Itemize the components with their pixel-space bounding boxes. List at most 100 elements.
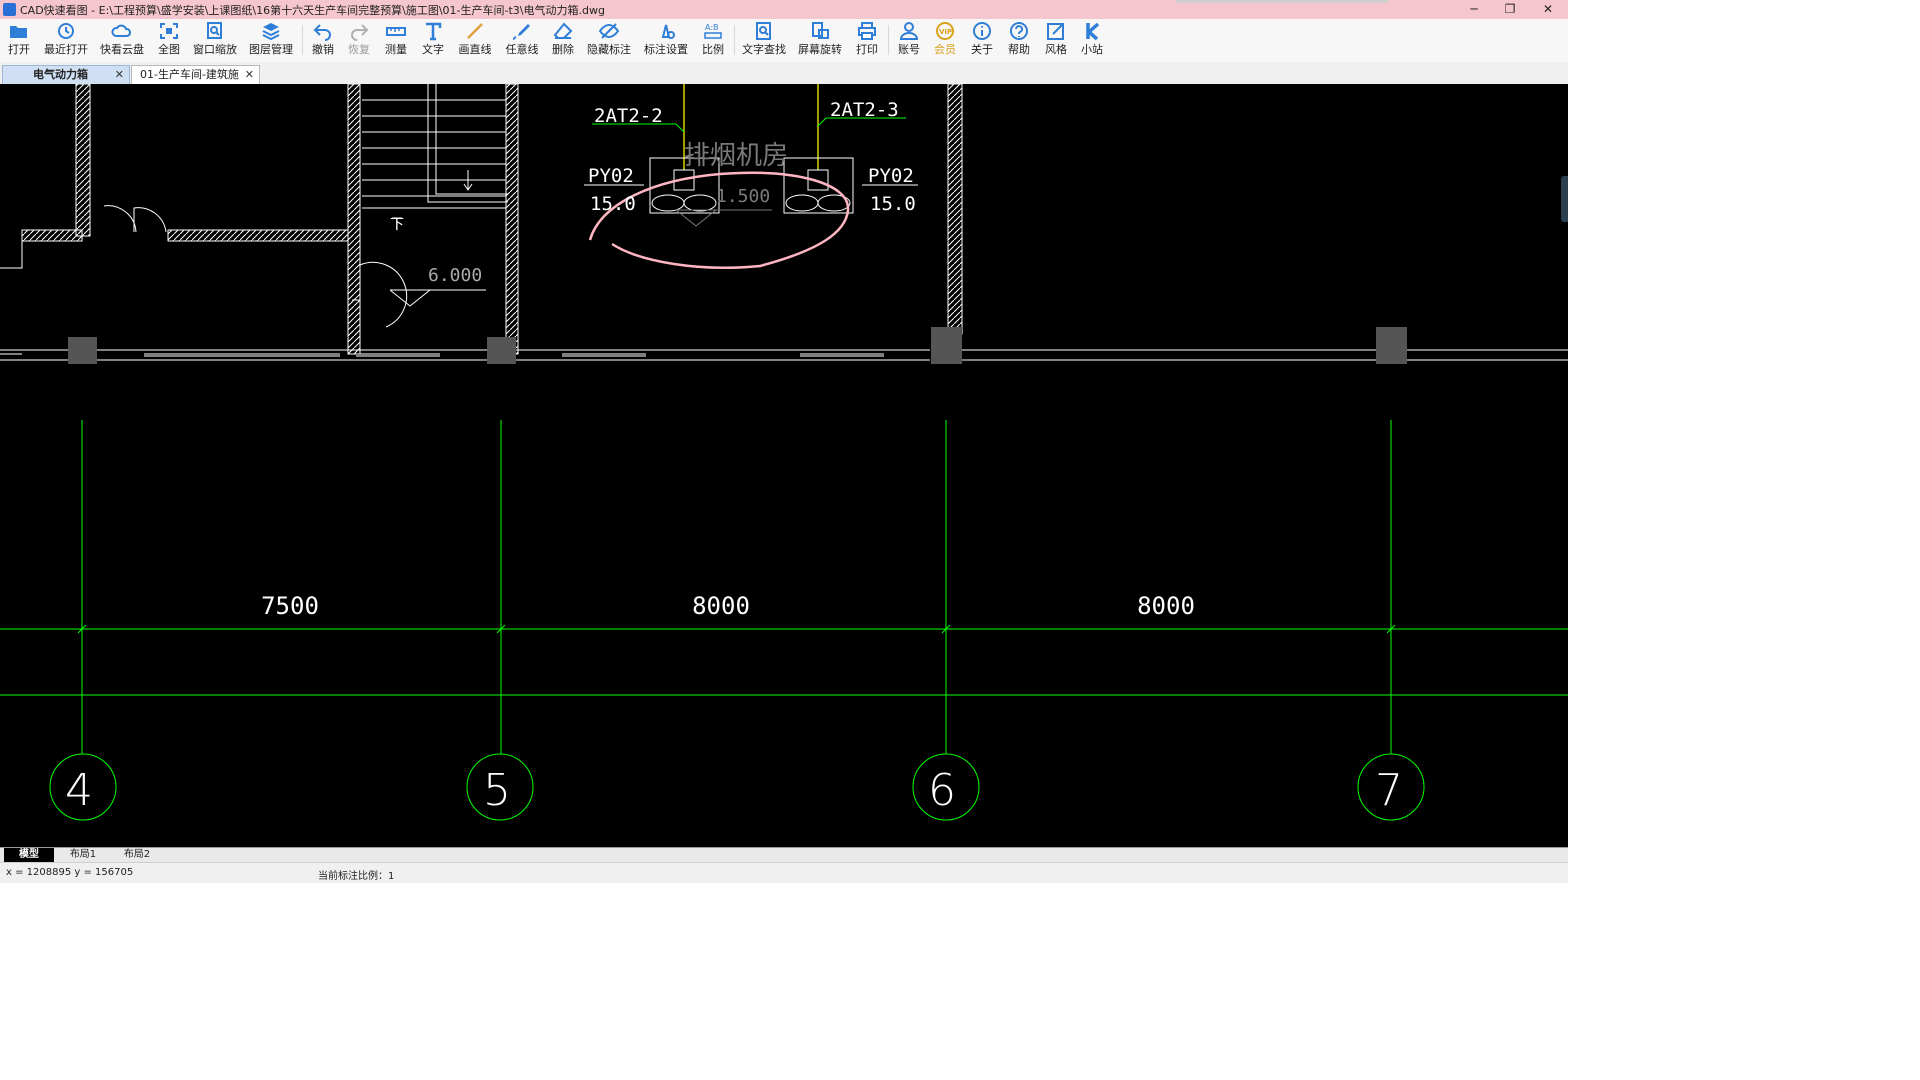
dimension-4-5: 7500: [261, 592, 319, 620]
account-button[interactable]: 账号: [894, 21, 924, 59]
hide-marks-button[interactable]: 隐藏标注: [586, 21, 632, 59]
stair-down-label: 下: [390, 217, 404, 233]
svg-text:VIP: VIP: [939, 28, 952, 36]
text-tool-button[interactable]: 文字: [418, 21, 448, 59]
layout-tab-bar: 模型 布局1 布局2: [0, 847, 1568, 863]
fit-view-button[interactable]: 全图: [154, 21, 184, 59]
dimension-6-7: 8000: [1137, 592, 1195, 620]
axis-bubble-5: 5: [483, 765, 511, 816]
external-link-icon: [1041, 21, 1071, 43]
cloud-button[interactable]: 快看云盘: [98, 21, 146, 59]
cursor-coordinates: x = 1208895 y = 156705: [6, 867, 134, 878]
text-t-icon: [418, 21, 448, 43]
recent-button[interactable]: 最近打开: [42, 21, 90, 59]
ratio-icon: A:B: [698, 21, 728, 43]
print-button[interactable]: 打印: [852, 21, 882, 59]
help-icon: [1004, 21, 1034, 43]
draw-line-label: 画直线: [458, 43, 492, 56]
freehand-label: 任意线: [505, 43, 539, 56]
mark-settings-button[interactable]: 标注设置: [642, 21, 690, 59]
freehand-button[interactable]: 任意线: [503, 21, 541, 59]
station-button[interactable]: 小站: [1077, 21, 1107, 59]
fan-b-power: 15.0: [870, 193, 916, 215]
help-label: 帮助: [1008, 43, 1030, 56]
undo-icon: [308, 21, 338, 43]
toolbar-divider: [302, 25, 303, 55]
undo-label: 撤销: [312, 43, 334, 56]
drawing-canvas[interactable]: 2AT2-2 2AT2-3 PY02 15.0 PY02 15.0 排烟机房 1…: [0, 84, 1568, 847]
close-button[interactable]: ✕: [1528, 0, 1568, 19]
scale-button[interactable]: A:B 比例: [698, 21, 728, 59]
about-button[interactable]: 关于: [967, 21, 997, 59]
title-bar: CAD快速看图 - E:\工程预算\盛学安装\上课图纸\16第十六天生产车间完整…: [0, 0, 1568, 19]
document-tab-bar: 电气动力箱 ✕ 01-生产车间-建筑施… ✕: [0, 62, 1568, 85]
find-text-button[interactable]: 文字查找: [740, 21, 788, 59]
restore-button[interactable]: ❐: [1490, 0, 1530, 19]
svg-text:A:B: A:B: [705, 23, 719, 32]
eraser-icon: [548, 21, 578, 43]
doc-tab-electrical-box[interactable]: 电气动力箱 ✕: [2, 65, 130, 84]
account-label: 账号: [898, 43, 920, 56]
delete-label: 删除: [552, 43, 574, 56]
close-tab-icon[interactable]: ✕: [115, 66, 124, 83]
open-button[interactable]: 打开: [4, 21, 34, 59]
delete-button[interactable]: 删除: [548, 21, 578, 59]
folder-open-icon: [4, 21, 34, 43]
rotate-label: 屏幕旋转: [798, 43, 842, 56]
line-icon: [456, 21, 494, 43]
side-panel-handle[interactable]: [1561, 176, 1568, 222]
annotation-scale: 当前标注比例：1: [318, 871, 395, 882]
help-button[interactable]: 帮助: [1004, 21, 1034, 59]
axis-bubble-7: 7: [1375, 765, 1403, 816]
eye-slash-icon: [586, 21, 632, 43]
vip-label: 会员: [934, 43, 956, 56]
mark-settings-label: 标注设置: [644, 43, 688, 56]
rotate-screen-button[interactable]: 屏幕旋转: [796, 21, 844, 59]
hide-marks-label: 隐藏标注: [587, 43, 631, 56]
window-zoom-label: 窗口缩放: [193, 43, 237, 56]
room-elevation-label: 1.500: [716, 186, 770, 207]
station-label: 小站: [1081, 43, 1103, 56]
doc-tab-architecture[interactable]: 01-生产车间-建筑施… ✕: [131, 65, 260, 84]
layers-icon: [248, 21, 294, 43]
minimize-button[interactable]: ─: [1454, 0, 1494, 19]
doc-tab-label: 电气动力箱: [33, 68, 88, 81]
hatched-walls: [21, 84, 963, 355]
user-icon: [894, 21, 924, 43]
axis-bubble-4: 4: [65, 765, 93, 816]
layout-tab-2[interactable]: 布局2: [112, 848, 162, 862]
layout-tab-model[interactable]: 模型: [4, 848, 54, 862]
close-tab-icon[interactable]: ✕: [245, 66, 254, 83]
axis-bubble-6: 6: [928, 765, 956, 816]
room-elevation-symbol: [675, 209, 772, 227]
room-name-label: 排烟机房: [684, 141, 788, 171]
redo-button[interactable]: 恢复: [344, 21, 374, 59]
ruler-icon: [381, 21, 411, 43]
settings-pen-icon: [642, 21, 690, 43]
status-bar: x = 1208895 y = 156705 当前标注比例：1: [0, 862, 1568, 883]
grid-lines: [0, 420, 1568, 821]
app-logo-icon: [3, 3, 16, 16]
window-zoom-button[interactable]: 窗口缩放: [192, 21, 238, 59]
history-icon: [42, 21, 90, 43]
measure-button[interactable]: 测量: [381, 21, 411, 59]
vip-button[interactable]: VIP 会员: [930, 21, 960, 59]
wall-lines: [0, 84, 1568, 361]
layout-tab-1[interactable]: 布局1: [58, 848, 108, 862]
text-tool-label: 文字: [422, 43, 444, 56]
redo-label: 恢复: [348, 43, 370, 56]
window-title: CAD快速看图 - E:\工程预算\盛学安装\上课图纸\16第十六天生产车间完整…: [20, 4, 605, 17]
popup-edge: [1176, 0, 1388, 3]
style-label: 风格: [1045, 43, 1067, 56]
undo-button[interactable]: 撤销: [308, 21, 338, 59]
find-text-label: 文字查找: [742, 43, 786, 56]
draw-line-button[interactable]: 画直线: [456, 21, 494, 59]
cad-drawing: 2AT2-2 2AT2-3 PY02 15.0 PY02 15.0 排烟机房 1…: [0, 84, 1568, 821]
toolbar-divider: [888, 25, 889, 55]
feeder-label-a: 2AT2-2: [594, 105, 663, 127]
printer-icon: [852, 21, 882, 43]
style-button[interactable]: 风格: [1041, 21, 1071, 59]
fan-a-power: 15.0: [590, 193, 636, 215]
cloud-label: 快看云盘: [100, 43, 144, 56]
layers-button[interactable]: 图层管理: [248, 21, 294, 59]
